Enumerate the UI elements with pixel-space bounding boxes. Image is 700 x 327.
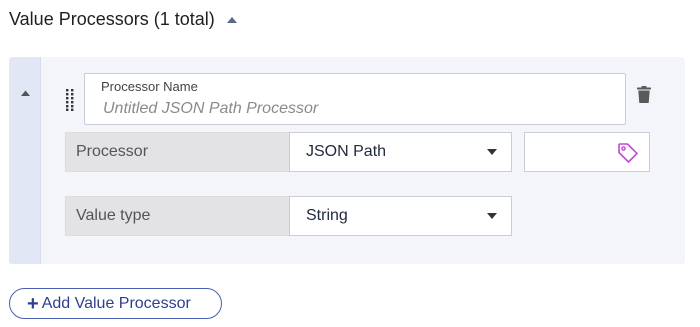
processor-type-select[interactable]: JSON Path [289, 132, 512, 172]
processor-name-input[interactable] [103, 99, 603, 119]
value-type-value: String [306, 207, 348, 224]
processor-name-label: Processor Name [101, 79, 198, 94]
processor-side-rail [9, 57, 41, 264]
processor-type-label: Processor [65, 132, 289, 172]
value-type-select[interactable]: String [289, 196, 512, 236]
value-processor-card: Processor Name Processor JSON Path Value… [9, 57, 685, 264]
caret-down-icon [487, 213, 497, 219]
trash-icon[interactable] [637, 86, 653, 104]
processor-name-field: Processor Name [84, 73, 626, 125]
chevron-up-icon[interactable] [18, 88, 32, 98]
value-type-label: Value type [65, 196, 289, 236]
add-value-processor-button[interactable]: + Add Value Processor [9, 288, 222, 319]
section-title: Value Processors (1 total) [9, 8, 215, 29]
add-value-processor-label: Add Value Processor [41, 294, 191, 312]
plus-icon: + [27, 292, 39, 315]
drag-handle-icon[interactable] [66, 89, 74, 111]
section-header: Value Processors (1 total) [9, 6, 239, 32]
tag-icon[interactable] [617, 142, 639, 164]
processor-type-value: JSON Path [306, 143, 387, 160]
chevron-up-icon[interactable] [225, 12, 239, 26]
processor-tag-field[interactable] [524, 132, 650, 172]
caret-down-icon [487, 149, 497, 155]
